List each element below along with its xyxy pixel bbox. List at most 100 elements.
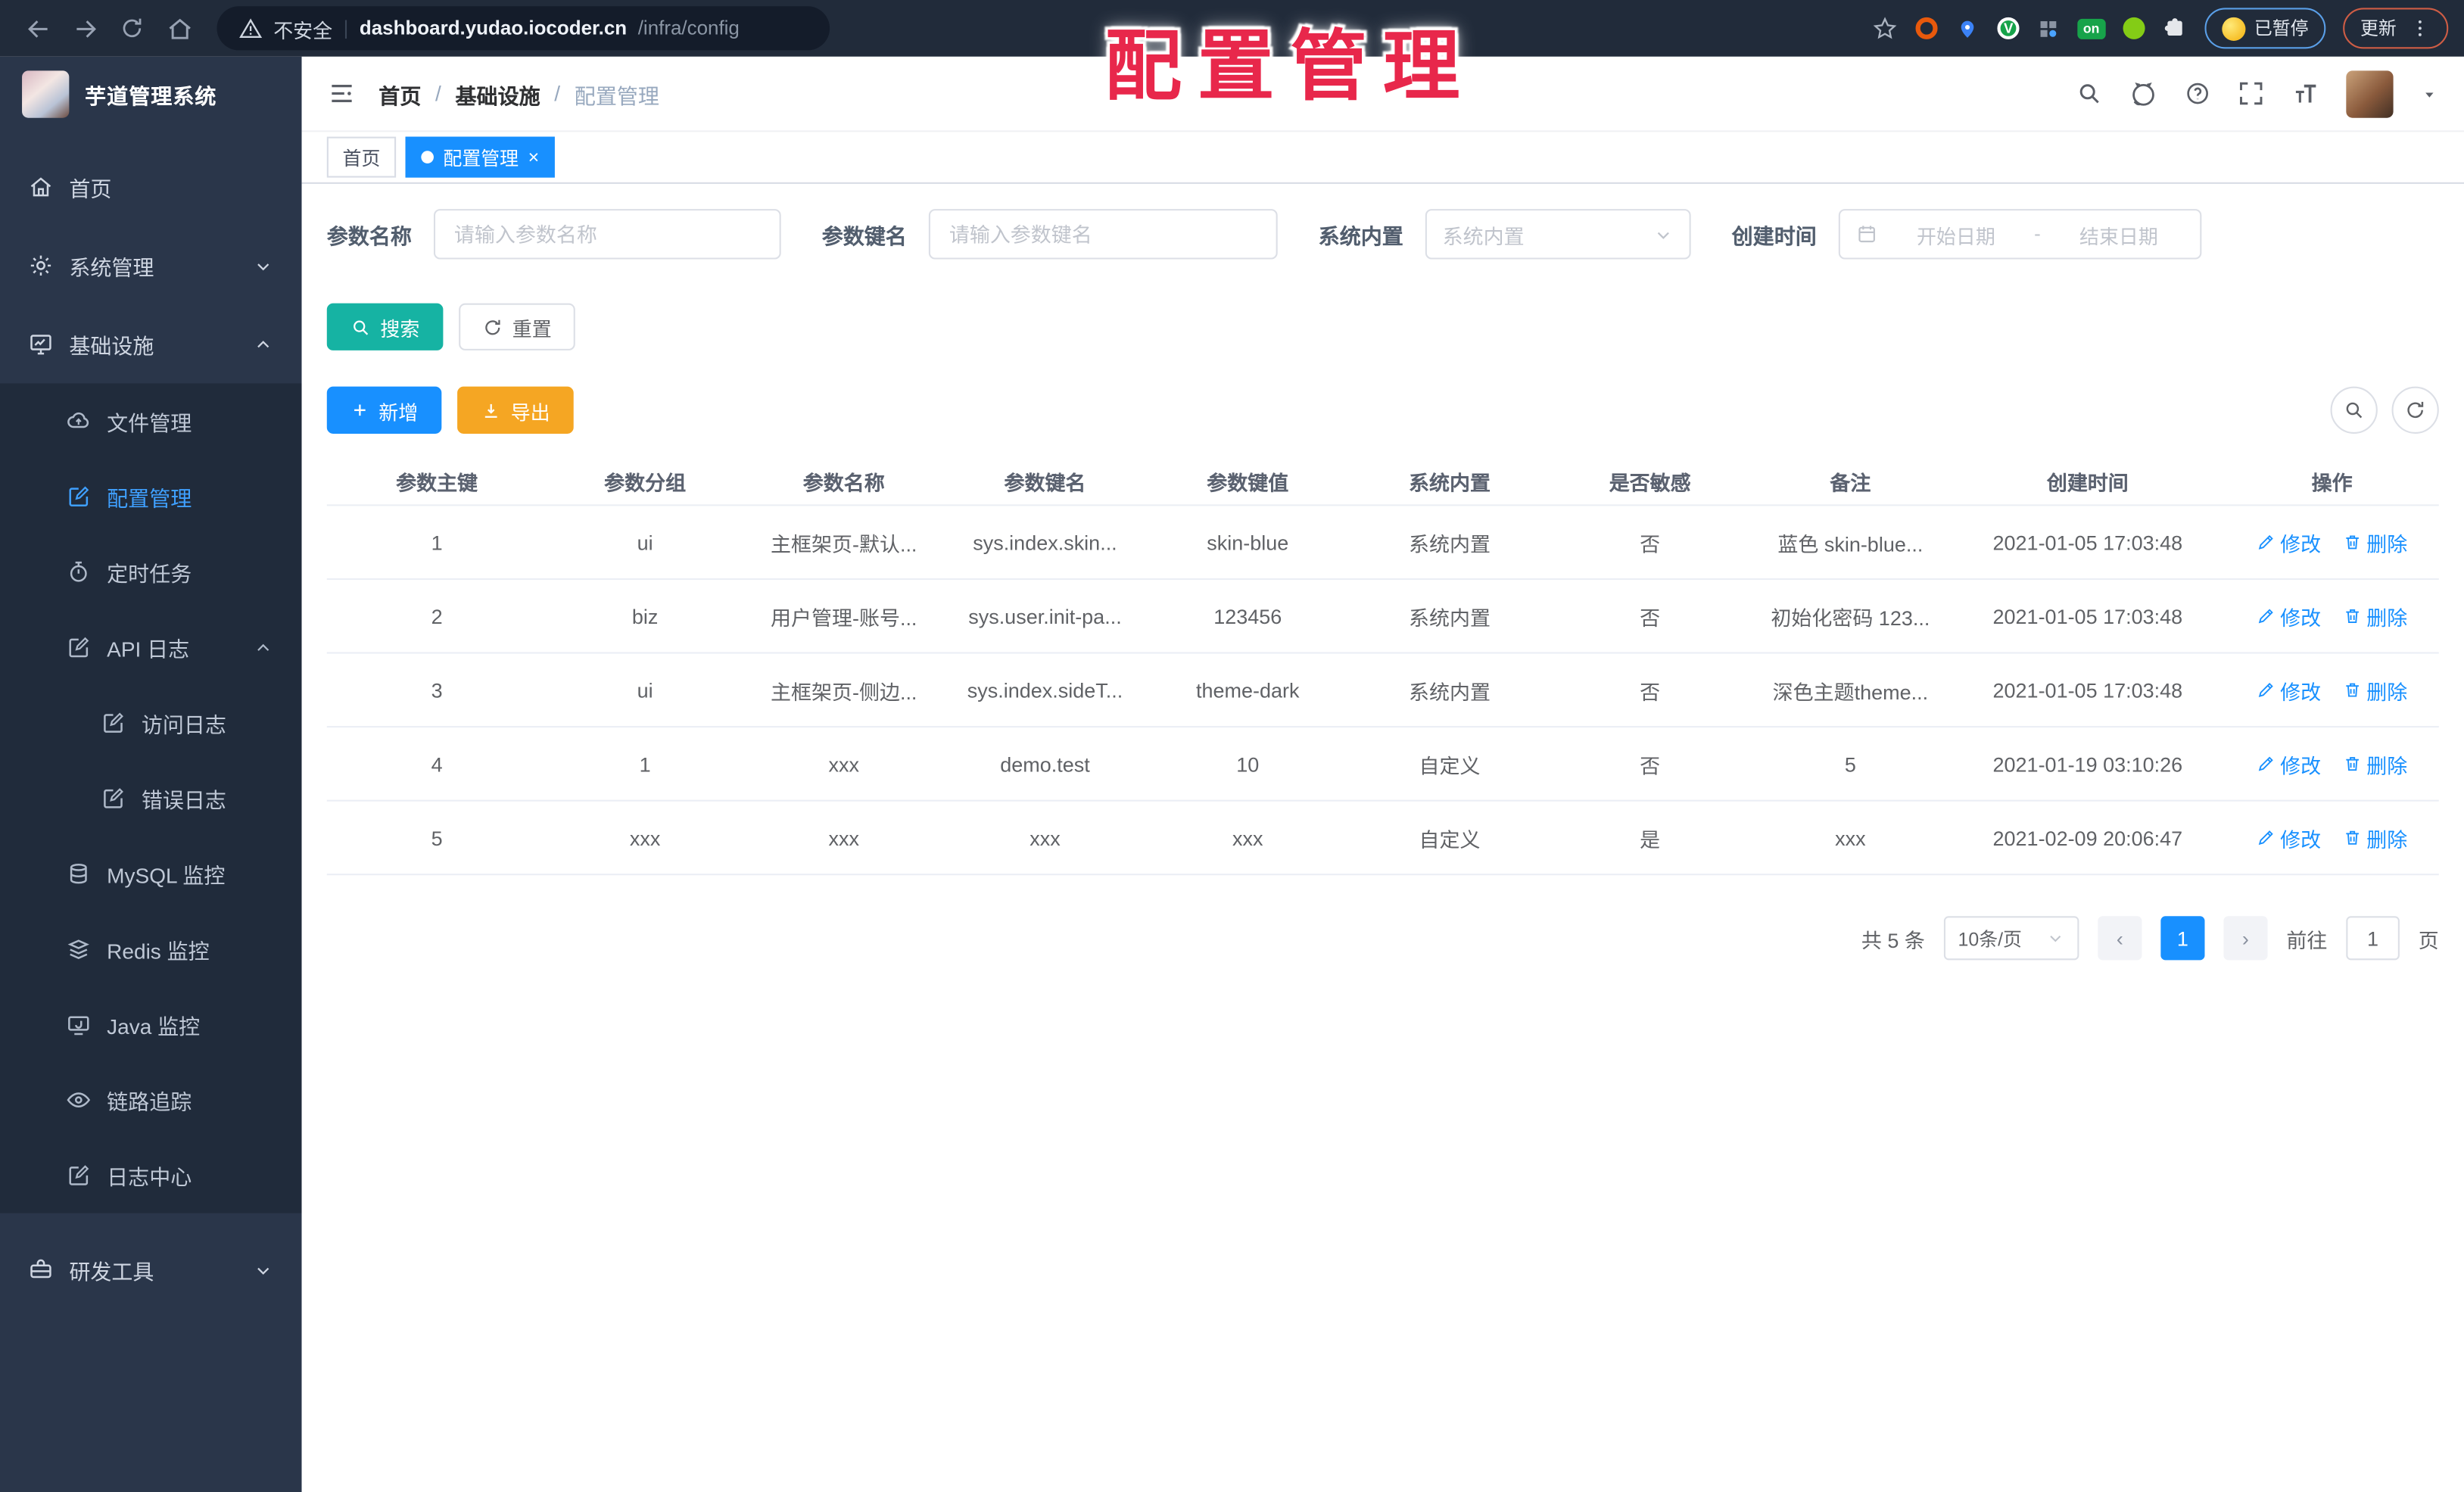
github-icon[interactable] — [2129, 79, 2157, 107]
sidebar-item-redis-monitor[interactable]: Redis 监控 — [0, 911, 302, 987]
browser-back-button[interactable] — [16, 6, 60, 50]
cell-remark: 5 — [1844, 752, 1856, 776]
sidebar-item-system-management[interactable]: 系统管理 — [0, 226, 302, 305]
edit-link[interactable]: 修改 — [2257, 527, 2321, 556]
prev-page-button[interactable]: ‹ — [2098, 916, 2142, 961]
extension-orange-icon[interactable] — [1915, 17, 1938, 39]
trash-icon — [2343, 606, 2362, 625]
export-button[interactable]: 导出 — [457, 386, 574, 434]
delete-link[interactable]: 删除 — [2343, 823, 2407, 852]
bookmark-star-icon[interactable] — [1872, 15, 1899, 42]
edit-link[interactable]: 修改 — [2257, 675, 2321, 705]
create-time-range-picker[interactable]: 开始日期 - 结束日期 — [1838, 209, 2202, 260]
table-row[interactable]: 5 xxx xxx xxx xxx 自定义 是 xxx 2021-02-09 2… — [326, 802, 2439, 876]
search-icon[interactable] — [2076, 80, 2102, 107]
sidebar-item-label: Java 监控 — [107, 1015, 201, 1039]
sidebar-item-label: 定时任务 — [107, 562, 192, 587]
next-page-button[interactable]: › — [2223, 916, 2268, 961]
sidebar-item-label: 配置管理 — [107, 487, 192, 511]
sidebar-item-scheduled-tasks[interactable]: 定时任务 — [0, 534, 302, 610]
toggle-search-button[interactable] — [2330, 386, 2378, 434]
pencil-icon — [2257, 533, 2276, 552]
tab-home[interactable]: 首页 — [326, 136, 397, 178]
fullscreen-icon[interactable] — [2238, 80, 2264, 107]
extension-on-badge-icon[interactable]: on — [2077, 17, 2105, 39]
browser-reload-button[interactable] — [110, 6, 154, 50]
avatar-caret-down-icon[interactable] — [2420, 84, 2439, 103]
cell-key: sys.user.init-pa... — [968, 604, 1122, 628]
table-row[interactable]: 3 ui 主框架页-侧边... sys.index.sideT... theme… — [326, 654, 2439, 728]
edit-link[interactable]: 修改 — [2257, 749, 2321, 778]
reload-icon — [120, 16, 145, 41]
delete-link[interactable]: 删除 — [2343, 601, 2407, 631]
extension-grid-icon[interactable] — [2037, 17, 2061, 40]
table-row[interactable]: 2 biz 用户管理-账号... sys.user.init-pa... 123… — [326, 580, 2439, 654]
extension-v-icon[interactable]: V — [1997, 17, 2020, 39]
cell-remark: 初始化密码 123... — [1771, 606, 1930, 630]
extensions-puzzle-icon[interactable] — [2161, 16, 2186, 41]
cell-name: 主框架页-默认... — [771, 531, 917, 556]
extension-pin-icon[interactable] — [1955, 16, 1980, 41]
delete-link[interactable]: 删除 — [2343, 749, 2407, 778]
back-icon — [24, 15, 51, 42]
download-icon — [481, 400, 501, 420]
add-button[interactable]: 新增 — [326, 386, 442, 434]
collapse-sidebar-icon[interactable] — [327, 79, 357, 108]
sidebar-item-error-logs[interactable]: 错误日志 — [0, 761, 302, 836]
column-header: 参数分组 — [604, 471, 687, 495]
extension-leaf-icon[interactable] — [2122, 17, 2145, 39]
edit-link[interactable]: 修改 — [2257, 601, 2321, 631]
sidebar-item-home[interactable]: 首页 — [0, 148, 302, 226]
cloud-upload-icon — [66, 409, 91, 434]
search-button[interactable]: 搜索 — [326, 303, 444, 350]
sidebar-item-infrastructure[interactable]: 基础设施 — [0, 305, 302, 384]
breadcrumb-home[interactable]: 首页 — [378, 78, 421, 110]
font-size-icon[interactable] — [2291, 79, 2319, 107]
sidebar-item-mysql-monitor[interactable]: MySQL 监控 — [0, 836, 302, 911]
cell-builtin: 系统内置 — [1409, 679, 1491, 703]
filter-actions: 搜索 重置 — [326, 303, 2439, 350]
builtin-type-select[interactable]: 系统内置 — [1425, 209, 1691, 260]
browser-forward-button[interactable] — [63, 6, 107, 50]
active-tab-dot-icon — [421, 151, 434, 164]
column-header: 参数名称 — [802, 471, 885, 495]
trash-icon — [2343, 681, 2362, 699]
edit-link[interactable]: 修改 — [2257, 823, 2321, 852]
tab-config-management[interactable]: 配置管理 × — [405, 136, 555, 178]
log-icon — [66, 635, 91, 660]
breadcrumb-infrastructure[interactable]: 基础设施 — [456, 78, 540, 110]
sidebar-item-log-center[interactable]: 日志中心 — [0, 1138, 302, 1213]
delete-link[interactable]: 删除 — [2343, 527, 2407, 556]
sidebar-item-tracing[interactable]: 链路追踪 — [0, 1062, 302, 1138]
app-logo[interactable]: 芋道管理系统 — [0, 57, 302, 132]
table-row[interactable]: 4 1 xxx demo.test 10 自定义 否 5 2021-01-19 … — [326, 727, 2439, 802]
home-icon — [166, 15, 192, 42]
table-row[interactable]: 1 ui 主框架页-默认... sys.index.skin... skin-b… — [326, 506, 2439, 581]
param-key-input[interactable] — [928, 209, 1278, 260]
sidebar-item-config-management[interactable]: 配置管理 — [0, 459, 302, 534]
sidebar-item-java-monitor[interactable]: Java 监控 — [0, 987, 302, 1063]
update-browser-button[interactable]: 更新 — [2343, 8, 2449, 49]
kebab-menu-icon[interactable] — [2409, 17, 2431, 39]
browser-home-button[interactable] — [157, 6, 201, 50]
delete-link[interactable]: 删除 — [2343, 675, 2407, 705]
logo-image — [22, 70, 70, 118]
address-bar[interactable]: 不安全 | dashboard.yudao.iocoder.cn/infra/c… — [216, 6, 830, 51]
reset-button[interactable]: 重置 — [459, 303, 575, 350]
help-icon[interactable] — [2185, 80, 2211, 107]
sidebar-item-dev-tools[interactable]: 研发工具 — [0, 1229, 302, 1310]
page-size-select[interactable]: 10条/页 — [1943, 916, 2079, 961]
close-tab-icon[interactable]: × — [528, 148, 540, 167]
reset-button-label: 重置 — [512, 318, 552, 341]
log-icon — [66, 1163, 91, 1188]
user-avatar[interactable] — [2346, 70, 2394, 117]
page-1-button[interactable]: 1 — [2160, 916, 2205, 961]
paused-extension-pill[interactable]: 已暂停 — [2204, 8, 2326, 49]
refresh-table-button[interactable] — [2391, 386, 2439, 434]
sidebar-item-file-management[interactable]: 文件管理 — [0, 384, 302, 459]
param-name-input[interactable] — [433, 209, 781, 260]
goto-page-input[interactable] — [2346, 916, 2400, 961]
gear-icon — [28, 253, 53, 278]
sidebar-item-access-logs[interactable]: 访问日志 — [0, 685, 302, 761]
sidebar-item-api-logs[interactable]: API 日志 — [0, 609, 302, 685]
